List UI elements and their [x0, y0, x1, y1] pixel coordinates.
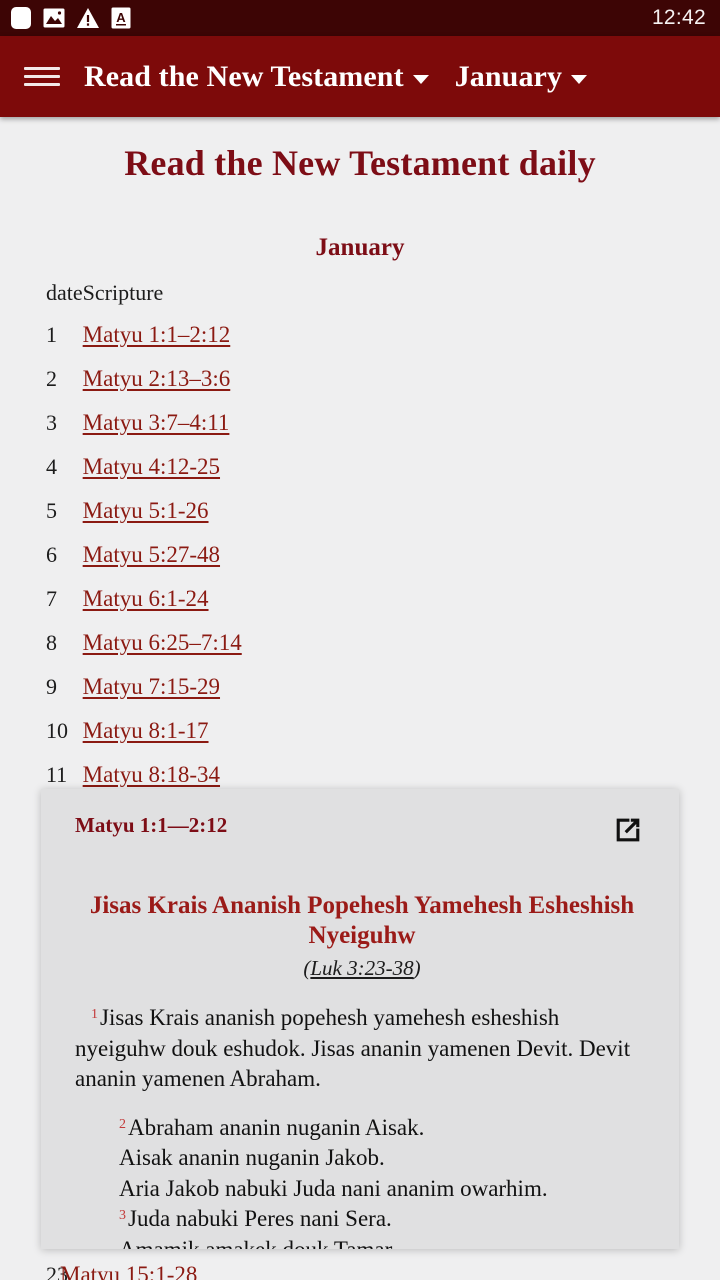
row-scripture: Matyu 6:1-24: [83, 577, 720, 621]
page-title: Read the New Testament daily: [124, 143, 596, 183]
status-bar-clock: 12:42: [651, 6, 706, 29]
scripture-link[interactable]: Matyu 8:18-34: [83, 762, 220, 787]
row-scripture: Matyu 8:1-17: [83, 709, 720, 753]
row-date: 2: [46, 366, 57, 391]
verse-text: Juda nabuki Peres nani Sera.: [128, 1206, 392, 1232]
row-date: 5: [46, 498, 57, 523]
reading-schedule-table: date Scripture 1 Matyu 1:1–2:12 2 Matyu 2:1…: [0, 280, 720, 797]
row-date: 9: [46, 674, 57, 699]
table-row: 9 Matyu 7:15-29: [0, 665, 720, 709]
verse-line: 2Abraham ananin nuganin Aisak.: [119, 1113, 649, 1144]
cross-reference-link[interactable]: Luk 3:23-38: [310, 956, 413, 980]
scripture-link[interactable]: Matyu 5:27-48: [83, 542, 220, 567]
row-scripture: Matyu 7:15-29: [83, 665, 720, 709]
scripture-link[interactable]: Matyu 5:1-26: [83, 498, 209, 523]
table-row: 6 Matyu 5:27-48: [0, 533, 720, 577]
passage-preview-card: Matyu 1:1—2:12 Jisas Krais Ananish Popeh…: [41, 789, 679, 1249]
verse-line: 3Juda nabuki Peres nani Sera.: [119, 1204, 649, 1235]
hamburger-bar: [24, 75, 60, 78]
table-header-row: date Scripture: [0, 280, 720, 313]
table-row: 3 Matyu 3:7–4:11: [0, 401, 720, 445]
verse-number: 1: [91, 1007, 98, 1022]
verse-line: Aisak ananin nuganin Jakob.: [119, 1145, 385, 1171]
row-date: 8: [46, 630, 57, 655]
verse-text: Jisas Krais ananish popehesh yamehesh es…: [75, 1005, 631, 1092]
month-selector-dropdown[interactable]: January: [454, 59, 588, 94]
chevron-down-icon: [571, 74, 588, 84]
row-date: 1: [46, 322, 57, 347]
warning-icon: [76, 7, 100, 29]
row-date: 4: [46, 454, 57, 479]
month-heading: January: [315, 234, 405, 261]
column-header-date: date: [46, 280, 83, 305]
verse-number: 2: [119, 1116, 126, 1132]
scripture-link[interactable]: Matyu 6:25–7:14: [83, 630, 242, 655]
table-row: 10 Matyu 8:1-17: [0, 709, 720, 753]
scripture-link[interactable]: Matyu 8:1-17: [83, 718, 209, 743]
table-row: 2 Matyu 2:13–3:6: [0, 357, 720, 401]
column-header-scripture: Scripture: [82, 280, 164, 305]
scripture-link[interactable]: Matyu 4:12-25: [83, 454, 220, 479]
table-row: 8 Matyu 6:25–7:14: [0, 621, 720, 665]
book-selector-label: Read the New Testament: [84, 59, 404, 93]
keyboard-language-icon: A: [111, 7, 131, 29]
chevron-down-icon: [412, 74, 429, 84]
verse-paragraph-1: 1Jisas Krais ananish popehesh yamehesh e…: [75, 1003, 649, 1095]
row-scripture: Matyu 1:1–2:12: [83, 313, 720, 357]
table-row: 4 Matyu 4:12-25: [0, 445, 720, 489]
row-date: 6: [46, 542, 57, 567]
scripture-link[interactable]: Matyu 7:15-29: [83, 674, 220, 699]
row-scripture: Matyu 6:25–7:14: [83, 621, 720, 665]
verse-number: 3: [119, 1208, 126, 1224]
month-selector-label: January: [454, 59, 563, 93]
passage-title: Jisas Krais Ananish Popehesh Yamehesh Es…: [89, 892, 635, 949]
table-row: 23 Matyu 15:1-28: [0, 1262, 720, 1280]
scripture-link[interactable]: Matyu 3:7–4:11: [83, 410, 230, 435]
scripture-link[interactable]: Matyu 15:1-28: [60, 1262, 197, 1280]
scripture-link[interactable]: Matyu 1:1–2:12: [83, 322, 231, 347]
row-scripture: Matyu 5:27-48: [83, 533, 720, 577]
image-icon: [43, 8, 65, 28]
scripture-link[interactable]: Matyu 2:13–3:6: [83, 366, 231, 391]
paren-close: ): [413, 956, 421, 980]
app-bar: Read the New Testament January: [0, 36, 720, 117]
row-date: 10: [46, 718, 68, 743]
row-scripture: Matyu 5:1-26: [83, 489, 720, 533]
passage-card-header: Matyu 1:1—2:12: [75, 813, 649, 847]
table-row: 1 Matyu 1:1–2:12: [0, 313, 720, 357]
verse-line: Amamik amakek douk Tamar.: [119, 1235, 649, 1249]
table-row: 7 Matyu 6:1-24: [0, 577, 720, 621]
row-scripture: Matyu 2:13–3:6: [83, 357, 720, 401]
status-bar: A 12:42: [0, 0, 720, 36]
row-date: 3: [46, 410, 57, 435]
reading-schedule-body: 1 Matyu 1:1–2:12 2 Matyu 2:13–3:6 3 Matyu 3:7…: [0, 313, 720, 797]
scripture-link[interactable]: Matyu 6:1-24: [83, 586, 209, 611]
verse-text: Abraham ananin nuganin Aisak.: [128, 1114, 425, 1140]
row-scripture: Matyu 4:12-25: [83, 445, 720, 489]
table-row: 5 Matyu 5:1-26: [0, 489, 720, 533]
svg-text:A: A: [116, 10, 126, 25]
hamburger-bar: [24, 67, 60, 70]
page-content: Read the New Testament daily January dat…: [0, 117, 720, 1280]
passage-reference: Matyu 1:1—2:12: [75, 813, 228, 837]
row-scripture: Matyu 3:7–4:11: [83, 401, 720, 445]
verse-line: Aria Jakob nabuki Juda nani ananim owarh…: [119, 1175, 548, 1201]
row-date: 7: [46, 586, 57, 611]
open-in-new-icon[interactable]: [611, 813, 645, 847]
book-selector-dropdown[interactable]: Read the New Testament: [84, 60, 429, 94]
row-date: 23: [46, 1262, 68, 1280]
hamburger-menu-icon[interactable]: [24, 60, 64, 94]
app-placeholder-icon: [10, 6, 32, 30]
verse-poetry-block: 2Abraham ananin nuganin Aisak. Aisak ana…: [75, 1113, 649, 1249]
status-bar-icons: A: [10, 6, 131, 30]
hamburger-bar: [24, 83, 60, 86]
passage-cross-reference: (Luk 3:23-38): [75, 956, 649, 981]
